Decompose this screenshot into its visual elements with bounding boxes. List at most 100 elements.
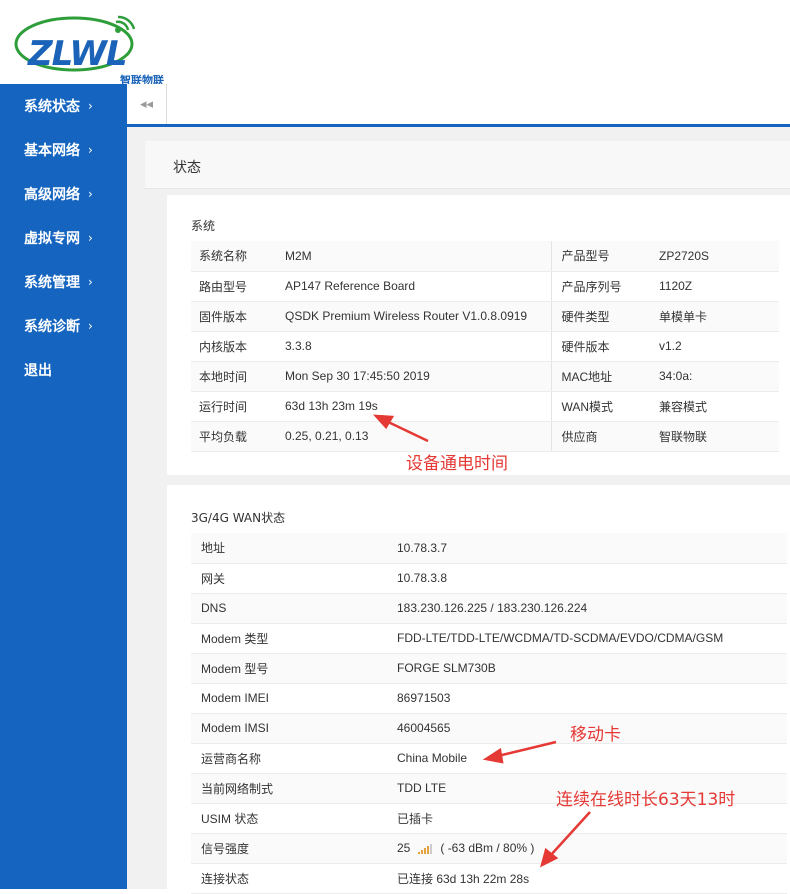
wan-value: 183.230.126.225 / 183.230.126.224 — [387, 593, 787, 624]
info-key: 本地时间 — [191, 361, 277, 392]
info-key: 硬件类型 — [550, 301, 649, 332]
system-card-title: 系统 — [191, 219, 216, 233]
info-value: QSDK Premium Wireless Router V1.0.8.0919 — [277, 301, 551, 332]
info-key: 平均负载 — [191, 421, 277, 452]
info-value: 兼容模式 — [649, 391, 779, 422]
info-key: MAC地址 — [550, 361, 649, 392]
main-content: 状态 系统 系统名称 M2M 产品型号 ZP2720S 路由型号 AP147 Refere… — [127, 127, 790, 894]
system-info-row: 运行时间 63d 13h 23m 19s WAN模式 兼容模式 — [191, 391, 779, 422]
chevron-right-icon: › — [88, 275, 93, 289]
sidebar-item-vpn[interactable]: 虚拟专网 › — [0, 216, 127, 260]
system-info-row: 内核版本 3.3.8 硬件版本 v1.2 — [191, 331, 779, 362]
top-bar: ◂◂ — [127, 84, 790, 127]
sidebar-item-advanced-network[interactable]: 高级网络 › — [0, 172, 127, 216]
sidebar-item-system-management[interactable]: 系统管理 › — [0, 260, 127, 304]
wan-status-row: 网关 10.78.3.8 — [191, 563, 787, 594]
wan-value: FDD-LTE/TDD-LTE/WCDMA/TD-SCDMA/EVDO/CDMA… — [387, 623, 787, 654]
system-info-row: 本地时间 Mon Sep 30 17:45:50 2019 MAC地址 34:0a: — [191, 361, 779, 392]
info-value: 单模单卡 — [649, 301, 779, 332]
wan-status-row: DNS 183.230.126.225 / 183.230.126.224 — [191, 593, 787, 624]
info-value: 0.25, 0.21, 0.13 — [277, 421, 551, 452]
wan-key: Modem IMSI — [191, 713, 387, 744]
wan-status-row: Modem IMSI 46004565 — [191, 713, 787, 744]
system-info-row: 固件版本 QSDK Premium Wireless Router V1.0.8.… — [191, 301, 779, 332]
system-info-table: 系统名称 M2M 产品型号 ZP2720S 路由型号 AP147 Reference Bo… — [191, 241, 779, 452]
wan-status-row: Modem 型号 FORGE SLM730B — [191, 653, 787, 684]
info-key: 运行时间 — [191, 391, 277, 422]
sidebar-item-label: 系统诊断 — [24, 319, 80, 335]
wan-value: 10.78.3.8 — [387, 563, 787, 594]
info-value: v1.2 — [649, 331, 779, 362]
sidebar-item-label: 虚拟专网 — [24, 231, 80, 247]
wan-key: Modem 类型 — [191, 623, 387, 654]
annotation-carrier: 移动卡 — [570, 725, 621, 745]
sidebar-item-basic-network[interactable]: 基本网络 › — [0, 128, 127, 172]
info-value: ZP2720S — [649, 241, 779, 272]
wan-key: DNS — [191, 593, 387, 624]
info-key: 固件版本 — [191, 301, 277, 332]
sidebar-item-label: 系统状态 — [24, 99, 80, 115]
sidebar: 系统状态 › 基本网络 › 高级网络 › 虚拟专网 › 系统管理 › 系统诊断 › 退出 — [0, 84, 127, 889]
system-info-row: 路由型号 AP147 Reference Board 产品序列号 1120Z — [191, 271, 779, 302]
wan-key: 当前网络制式 — [191, 773, 387, 804]
system-info-row: 平均负载 0.25, 0.21, 0.13 供应商 智联物联 — [191, 421, 779, 452]
wan-key: 地址 — [191, 533, 387, 564]
signal-bars-icon — [418, 843, 433, 854]
wan-key: USIM 状态 — [191, 803, 387, 834]
sidebar-item-logout[interactable]: 退出 — [0, 348, 127, 392]
chevron-right-icon: › — [88, 143, 93, 157]
info-value: Mon Sep 30 17:45:50 2019 — [277, 361, 551, 392]
info-value: 1120Z — [649, 271, 779, 302]
sidebar-item-label: 基本网络 — [24, 143, 80, 159]
sidebar-item-label: 系统管理 — [24, 275, 80, 291]
wan-key: Modem IMEI — [191, 683, 387, 714]
info-value: 3.3.8 — [277, 331, 551, 362]
annotation-uptime: 设备通电时间 — [406, 454, 508, 474]
wan-value: China Mobile — [387, 743, 787, 774]
info-value: M2M — [277, 241, 551, 272]
wan-key: 网关 — [191, 563, 387, 594]
signal-value: 25 — [397, 841, 411, 855]
wan-status-row: 运营商名称 China Mobile — [191, 743, 787, 774]
page-title-bar — [145, 141, 790, 189]
wan-status-row: 信号强度 25 ( -63 dBm / 80% ) — [191, 833, 787, 864]
wan-status-row: 地址 10.78.3.7 — [191, 533, 787, 564]
info-key: 产品序列号 — [550, 271, 649, 302]
wan-key: 运营商名称 — [191, 743, 387, 774]
header: ZLWL 智联物联 — [0, 0, 790, 87]
wan-card-title: 3G/4G WAN状态 — [191, 511, 286, 525]
chevron-right-icon: › — [88, 187, 93, 201]
chevron-right-icon: › — [88, 319, 93, 333]
info-value: 63d 13h 23m 19s — [277, 391, 551, 422]
info-key: 产品型号 — [550, 241, 649, 272]
info-key: 路由型号 — [191, 271, 277, 302]
wan-status-row: Modem 类型 FDD-LTE/TDD-LTE/WCDMA/TD-SCDMA/E… — [191, 623, 787, 654]
page-title: 状态 — [173, 160, 201, 176]
wan-status-table: 地址 10.78.3.7 网关 10.78.3.8 DNS 183.230.126.225… — [191, 533, 787, 894]
info-value: 34:0a: — [649, 361, 779, 392]
brand-logo[interactable]: ZLWL 智联物联 — [12, 14, 172, 87]
wan-key: 信号强度 — [191, 833, 387, 864]
info-key: WAN模式 — [550, 391, 649, 422]
wan-value: 10.78.3.7 — [387, 533, 787, 564]
collapse-sidebar-button[interactable]: ◂◂ — [127, 84, 167, 124]
wan-status-card: 3G/4G WAN状态 地址 10.78.3.7 网关 10.78.3.8 DNS 183… — [167, 485, 790, 894]
system-info-row: 系统名称 M2M 产品型号 ZP2720S — [191, 241, 779, 272]
system-card: 系统 系统名称 M2M 产品型号 ZP2720S 路由型号 AP147 Reference… — [167, 195, 790, 475]
info-value: 智联物联 — [649, 421, 779, 452]
wan-key: Modem 型号 — [191, 653, 387, 684]
chevron-right-icon: › — [88, 99, 93, 113]
info-value: AP147 Reference Board — [277, 271, 551, 302]
info-key: 硬件版本 — [550, 331, 649, 362]
wan-status-row: Modem IMEI 86971503 — [191, 683, 787, 714]
info-key: 系统名称 — [191, 241, 277, 272]
signal-dbm-text: ( -63 dBm / 80% ) — [440, 841, 535, 855]
sidebar-item-label: 高级网络 — [24, 187, 80, 203]
chevron-right-icon: › — [88, 231, 93, 245]
annotation-online-duration: 连续在线时长63天13时 — [556, 790, 736, 810]
sidebar-item-label: 退出 — [24, 363, 52, 379]
sidebar-item-system-diagnostics[interactable]: 系统诊断 › — [0, 304, 127, 348]
logo-text: ZLWL — [28, 34, 128, 74]
wan-value: 25 ( -63 dBm / 80% ) — [387, 833, 787, 864]
sidebar-item-system-status[interactable]: 系统状态 › — [0, 84, 127, 128]
